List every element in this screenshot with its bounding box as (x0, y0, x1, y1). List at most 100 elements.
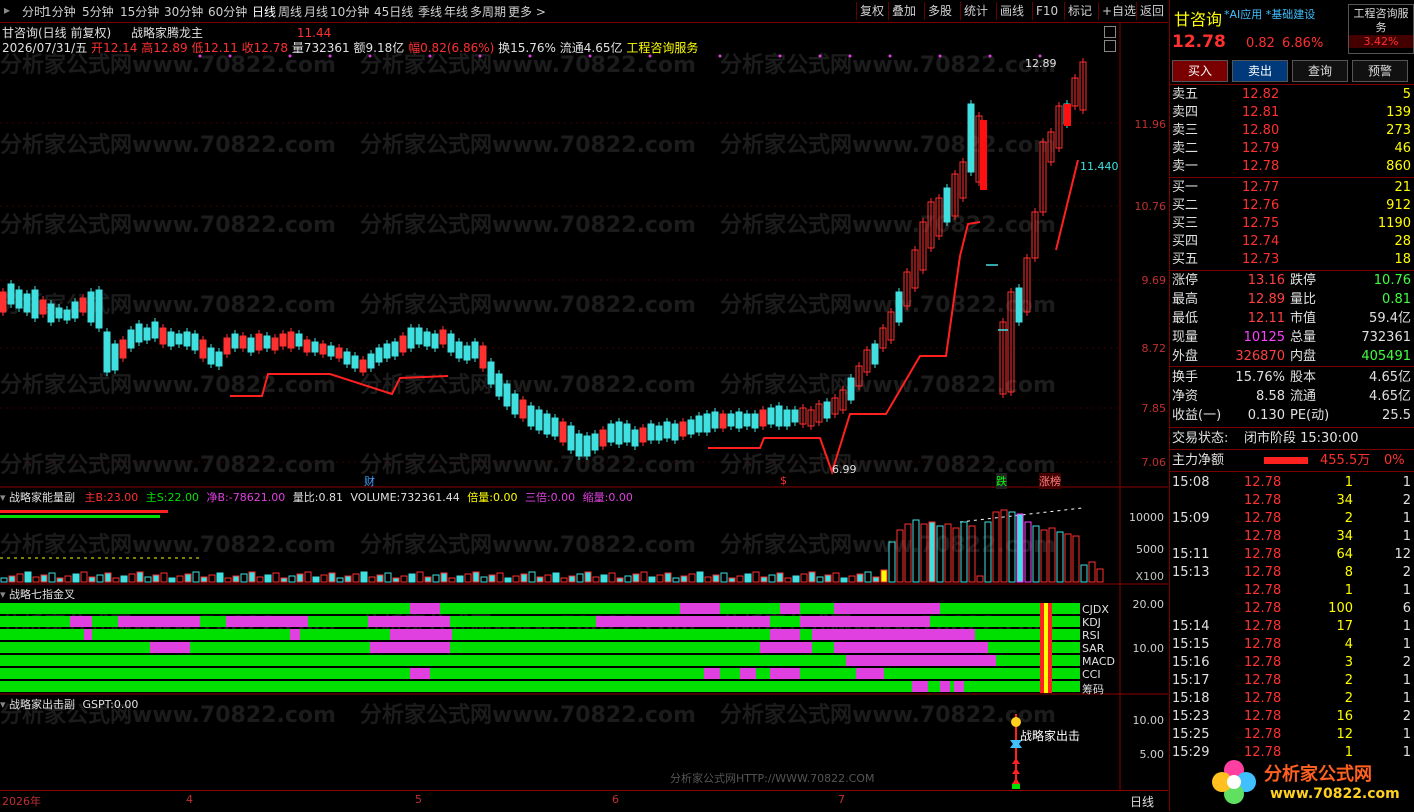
volume-bar (496, 572, 504, 583)
period-tab-5[interactable]: 60分钟 (208, 3, 247, 20)
query-button[interactable]: 查询 (1292, 60, 1348, 82)
sanbei-label: 三倍: (524, 491, 551, 504)
period-tab-1[interactable]: 1分钟 (44, 3, 76, 20)
stat-value: 0.81 (1382, 292, 1411, 307)
collapse-icon[interactable]: ▾ (0, 698, 9, 711)
indicator-strip (780, 603, 800, 614)
toolbar-right-0[interactable]: 复权 (856, 2, 887, 20)
seven-indicator-name[interactable]: 战略七指金叉 (9, 588, 75, 601)
volume-bar (72, 573, 80, 583)
stat-label: 现量 (1172, 330, 1199, 345)
candle-body (351, 355, 359, 369)
concept-tags[interactable]: *AI应用 *基础建设 (1224, 6, 1315, 22)
trade-row: 12.78 100 6 (1170, 600, 1414, 618)
volume-value: 732361.44 (400, 491, 460, 504)
period-tab-12[interactable]: 年线 (444, 3, 468, 20)
chart-area[interactable]: 甘咨询(日线 前复权) 战略家腾龙主 11.44 2026/07/31/五 开1… (0, 22, 1168, 811)
volume-bar (352, 573, 360, 583)
candle-body (159, 327, 167, 345)
x-axis-label: 5 (415, 793, 422, 806)
candle-body (311, 341, 319, 353)
buy-button[interactable]: 买入 (1172, 60, 1228, 82)
candle-body (895, 291, 903, 323)
toolbar-right-5[interactable]: F10 (1032, 2, 1061, 20)
volume-bar (712, 574, 720, 583)
toolbar-right-1[interactable]: 叠加 (888, 2, 919, 20)
period-tab-9[interactable]: 10分钟 (330, 3, 369, 20)
candle-body (399, 335, 407, 353)
signal-dot (778, 54, 782, 58)
volume-bar (96, 574, 104, 583)
limit-up-list-marker[interactable]: 涨榜 (1039, 473, 1061, 489)
industry-box[interactable]: 工程咨询服务 3.42% (1348, 4, 1414, 54)
volume-bar (800, 573, 808, 583)
volume-bar (704, 576, 712, 583)
volume-label: VOLUME: (350, 491, 401, 504)
volume-bar (272, 572, 280, 583)
trade-price: 12.78 (1244, 529, 1282, 544)
energy-unit-label: X100 (1135, 570, 1164, 583)
kline-chart[interactable]: 分析家公式网www.70822.com 分析家公式网www.70822.com 分析… (0, 22, 1168, 811)
period-tab-10[interactable]: 45日线 (374, 3, 413, 20)
period-tab-13[interactable]: 多周期 (470, 3, 506, 20)
trade-count: 1 (1402, 583, 1411, 598)
period-tab-6[interactable]: 日线 (252, 3, 276, 20)
signal-dot (938, 54, 942, 58)
trade-time: 15:11 (1172, 547, 1210, 562)
finance-marker[interactable]: 财 (364, 473, 375, 489)
volume-bar (176, 575, 184, 583)
period-tab-0[interactable]: 分时 (22, 3, 46, 20)
indicator-strip (740, 668, 756, 679)
volume-bar (856, 573, 864, 583)
collapse-icon[interactable]: ▾ (0, 588, 9, 601)
strike-arrow-icon (1012, 778, 1020, 784)
volume-bar (832, 572, 840, 583)
toolbar-right-8[interactable]: 返回 (1136, 2, 1167, 20)
volume-bar (680, 575, 688, 583)
period-tab-11[interactable]: 季线 (418, 3, 442, 20)
toolbar-right-7[interactable]: +自选 (1098, 2, 1139, 20)
watermark-text: 分析家公式网www.70822.com (720, 212, 1056, 238)
dollar-marker-icon[interactable]: $ (780, 474, 787, 487)
toolbar-menu-icon[interactable]: ▸ (4, 3, 10, 17)
trade-time: 15:15 (1172, 637, 1210, 652)
volume-bar (768, 574, 776, 583)
period-tab-8[interactable]: 月线 (304, 3, 328, 20)
alert-button[interactable]: 预警 (1352, 60, 1408, 82)
toolbar-right-2[interactable]: 多股 (924, 2, 955, 20)
trade-row: 15:16 12.78 3 2 (1170, 654, 1414, 672)
strike-indicator-name[interactable]: 战略家出击副 (9, 698, 75, 711)
stat-row: 最高 12.89 量比 0.81 (1170, 291, 1414, 309)
toolbar-right-6[interactable]: 标记 (1064, 2, 1095, 20)
toolbar-right-4[interactable]: 画线 (996, 2, 1027, 20)
period-tab-3[interactable]: 15分钟 (120, 3, 159, 20)
fall-marker[interactable]: 跌 (996, 473, 1007, 489)
indicator-strip (770, 616, 800, 627)
toolbar-right-3[interactable]: 统计 (960, 2, 991, 20)
volume-bar (656, 574, 664, 583)
period-tab-2[interactable]: 5分钟 (82, 3, 114, 20)
trade-volume: 17 (1336, 619, 1353, 634)
volume-bar (240, 573, 248, 583)
period-tab-14[interactable]: 更多 > (508, 3, 546, 20)
signal-dot (328, 54, 332, 58)
period-indicator[interactable]: 日线 (1130, 793, 1154, 810)
period-tab-4[interactable]: 30分钟 (164, 3, 203, 20)
candle-body (63, 309, 71, 321)
candle-body (327, 345, 335, 357)
watermark-text: 分析家公式网www.70822.com (720, 532, 1056, 558)
candle-body (367, 353, 375, 369)
stat-label: 最低 (1172, 311, 1199, 326)
trade-status-value: 闭市阶段 15:30:00 (1244, 431, 1359, 446)
ask-label: 卖五 (1172, 87, 1199, 102)
gspt-value: 0.00 (113, 698, 139, 711)
net-flow-label: 主力净额 (1172, 453, 1225, 468)
collapse-icon[interactable]: ▾ (0, 491, 9, 504)
energy-indicator-name[interactable]: 战略家能量副 (9, 491, 75, 504)
candle-body (511, 393, 519, 415)
candle-body (607, 423, 615, 443)
trade-row: 15:13 12.78 8 2 (1170, 564, 1414, 582)
seven-axis-label: 10.00 (1132, 642, 1165, 655)
sell-button[interactable]: 卖出 (1232, 60, 1288, 82)
period-tab-7[interactable]: 周线 (278, 3, 302, 20)
